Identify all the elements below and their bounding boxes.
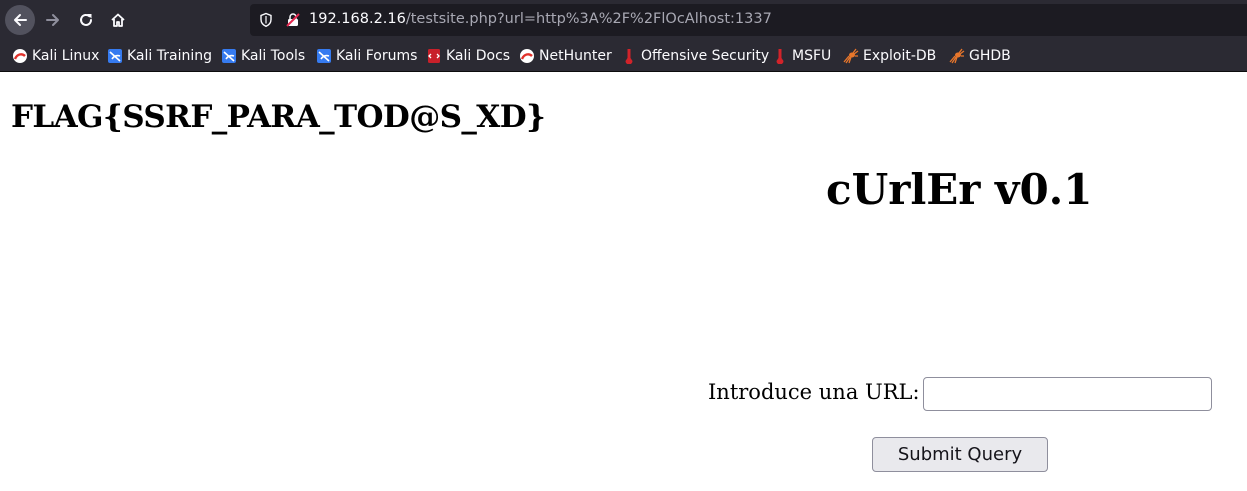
bookmark-label: NetHunter — [539, 48, 612, 64]
bookmark-nethunter[interactable]: NetHunter — [519, 47, 612, 65]
bookmark-label: MSFU — [792, 48, 832, 64]
url-path: /testsite.php?url=http%3A%2F%2FlOcAlhost… — [405, 11, 772, 27]
flag-heading: FLAG{SSRF_PARA_TOD@S_XD} — [11, 99, 546, 135]
reload-icon — [80, 13, 92, 26]
bookmark-kali-forums[interactable]: Kali Forums — [316, 47, 417, 65]
page-content: FLAG{SSRF_PARA_TOD@S_XD} cUrlEr v0.1 Int… — [0, 73, 1247, 491]
bookmarks-toolbar: Kali Linux Kali Training Kali Tools Kali… — [0, 40, 1247, 72]
bookmark-label: Kali Tools — [241, 48, 306, 64]
url-field-label: Introduce una URL: — [708, 380, 920, 404]
bookmark-label: Kali Forums — [336, 48, 418, 64]
page-title: cUrlEr v0.1 — [826, 165, 1093, 214]
url-input[interactable] — [923, 377, 1212, 411]
bookmark-label: Exploit-DB — [863, 48, 937, 64]
navigation-toolbar: 192.168.2.16/testsite.php?url=http%3A%2F… — [0, 0, 1247, 40]
reload-button[interactable] — [71, 5, 101, 35]
url-text[interactable]: 192.168.2.16/testsite.php?url=http%3A%2F… — [309, 11, 772, 27]
kali-training-icon — [108, 49, 122, 63]
forward-button[interactable] — [38, 5, 68, 35]
submit-query-button[interactable]: Submit Query — [872, 437, 1048, 472]
bookmark-offensive-security[interactable]: Offensive Security — [621, 47, 769, 65]
bookmark-label: Kali Training — [127, 48, 212, 64]
bookmark-msfu[interactable]: MSFU — [772, 47, 831, 65]
bookmark-label: Kali Docs — [446, 48, 511, 64]
home-button[interactable] — [103, 5, 133, 35]
kali-tools-icon — [222, 49, 236, 63]
bookmark-label: GHDB — [969, 48, 1011, 64]
kali-forums-icon — [317, 49, 331, 63]
ghdb-spider-icon — [949, 48, 965, 64]
back-button[interactable] — [5, 5, 35, 35]
kali-dragon-icon — [13, 49, 27, 63]
arrow-left-icon — [14, 14, 27, 26]
bookmark-ghdb[interactable]: GHDB — [949, 47, 1011, 65]
bookmark-kali-training[interactable]: Kali Training — [107, 47, 212, 65]
bookmark-kali-docs[interactable]: Kali Docs — [426, 47, 510, 65]
bookmark-exploit-db[interactable]: Exploit-DB — [843, 47, 936, 65]
kali-docs-icon — [428, 49, 440, 63]
exploit-db-spider-icon — [843, 48, 859, 64]
arrow-right-icon — [46, 14, 59, 26]
bookmark-label: Kali Linux — [32, 48, 100, 64]
tracking-shield-icon[interactable] — [258, 12, 274, 32]
msfu-icon — [776, 49, 784, 64]
nethunter-icon — [520, 49, 534, 63]
insecure-lock-icon[interactable] — [285, 12, 301, 32]
offsec-icon — [625, 49, 633, 64]
bookmark-kali-tools[interactable]: Kali Tools — [221, 47, 305, 65]
bookmark-label: Offensive Security — [641, 48, 770, 64]
url-host: 192.168.2.16 — [309, 11, 406, 27]
bookmark-kali-linux[interactable]: Kali Linux — [12, 47, 99, 65]
home-icon — [111, 13, 125, 27]
address-bar[interactable]: 192.168.2.16/testsite.php?url=http%3A%2F… — [250, 4, 1247, 36]
